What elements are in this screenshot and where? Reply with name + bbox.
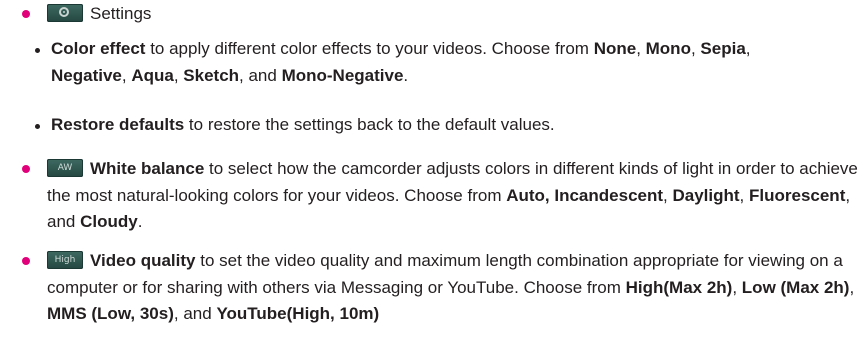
sub-bullet [35,124,40,129]
white-balance-icon-text: AW [57,162,73,173]
option: Daylight [672,185,740,205]
white-balance-item: AW White balance to select how the camcor… [47,156,862,236]
white-balance-icon: AW [47,158,83,177]
separator: , and [173,304,217,323]
manual-page: Settings Color effect to apply different… [0,0,867,343]
option: Sketch [183,65,240,85]
separator: , [732,277,742,297]
settings-heading: Settings [47,1,151,28]
color-effect-text: to apply different color effects to your… [145,39,594,58]
separator: , [745,39,751,58]
white-balance-term: White balance [90,159,205,178]
option: YouTube(High, 10m) [216,304,380,323]
color-effect-term: Color effect [51,39,146,58]
video-quality-icon: High [47,250,83,269]
option: Auto, Incandescent [506,185,664,205]
separator: , [849,277,855,297]
separator: , [690,39,701,58]
separator: . [403,65,409,85]
color-effect-item: Color effect to apply different color ef… [51,36,841,89]
sub-bullet [35,48,40,53]
video-quality-icon-text: High [54,254,76,265]
restore-defaults-term: Restore defaults [51,115,185,134]
restore-defaults-item: Restore defaults to restore the settings… [51,112,841,139]
option: Aqua [131,65,174,85]
option: Fluorescent [749,185,846,205]
bullet [22,165,30,173]
bullet [22,257,30,265]
option: Cloudy [80,212,138,231]
separator: , [739,185,749,205]
option: None [593,39,637,58]
option: Sepia [700,39,746,58]
separator: , [636,39,646,58]
separator: . [137,212,143,231]
option: Mono [645,39,691,58]
option: MMS (Low, 30s) [47,304,174,323]
option: Mono-Negative [281,65,404,85]
option: Low (Max 2h) [741,277,850,297]
option: Negative [51,65,122,85]
restore-defaults-text: to restore the settings back to the defa… [184,115,555,134]
gear-icon [47,3,83,22]
video-quality-term: Video quality [90,251,196,270]
settings-label: Settings [90,4,152,23]
separator: , [173,65,184,85]
separator: , and [239,65,282,85]
bullet [22,10,30,18]
separator: , [121,65,132,85]
video-quality-item: High Video quality to set the video quali… [47,248,862,328]
option: High(Max 2h) [625,277,733,297]
